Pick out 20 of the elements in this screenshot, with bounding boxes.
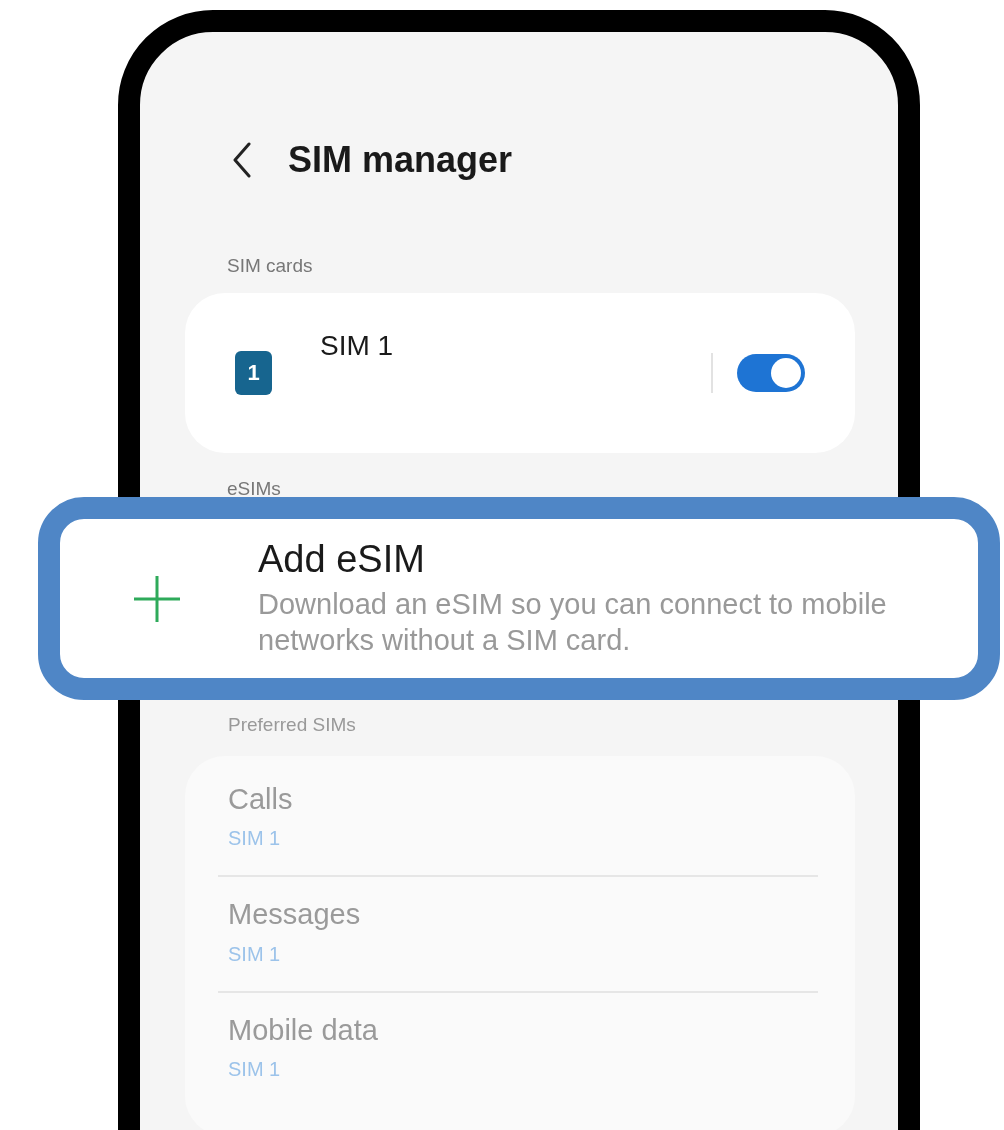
add-esim-callout[interactable]: Add eSIM Download an eSIM so you can connect to mobile networks without a SIM card.	[38, 497, 1000, 700]
preference-row[interactable]: Mobile data SIM 1	[218, 992, 855, 1106]
plus-icon	[132, 573, 182, 624]
sim-card-row[interactable]: 1 SIM 1	[185, 292, 855, 453]
preference-row[interactable]: Calls SIM 1	[218, 761, 855, 875]
row-value: SIM 1	[228, 826, 281, 851]
toggle-switch[interactable]	[737, 353, 805, 392]
preference-row[interactable]: Messages SIM 1	[218, 877, 855, 991]
section-label: SIM cards	[227, 254, 313, 278]
row-title: Calls	[228, 781, 293, 817]
row-value: SIM 1	[228, 1057, 281, 1082]
add-esim-title: Add eSIM	[258, 538, 426, 583]
row-value: SIM 1	[228, 941, 281, 967]
sim-name: SIM 1	[320, 328, 395, 363]
row-title: Mobile data	[228, 1012, 378, 1048]
page-title: SIM manager	[288, 138, 513, 182]
section-label: Preferred SIMs	[228, 713, 356, 737]
row-title: Messages	[228, 897, 361, 932]
add-esim-description: Download an eSIM so you can connect to mobile networks without a SIM card.	[258, 587, 888, 659]
sim-icon: 1	[235, 350, 272, 395]
